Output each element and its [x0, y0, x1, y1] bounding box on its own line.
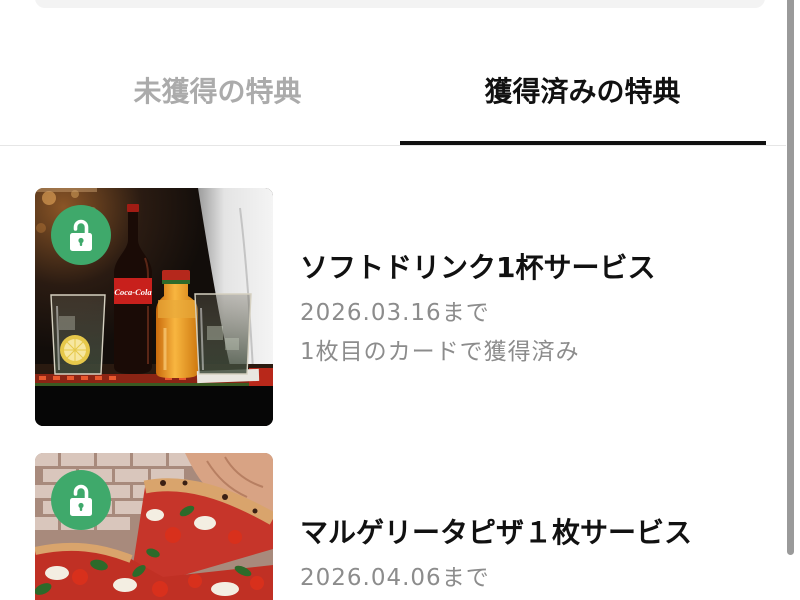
tab-divider: [0, 145, 786, 146]
reward-tabs: 未獲得の特典 獲得済みの特典: [35, 62, 765, 122]
reward-expiry: 2026.03.16まで: [300, 300, 490, 326]
scrollbar[interactable]: [787, 0, 794, 555]
reward-image: Coca-Cola: [35, 188, 273, 426]
top-panel: [35, 0, 765, 8]
bottle-logo: Coca-Cola: [114, 287, 152, 297]
reward-image: [35, 453, 273, 600]
unlocked-badge: [51, 470, 111, 530]
reward-note: 1枚目のカードで獲得済み: [300, 339, 580, 365]
rewards-screen: 未獲得の特典 獲得済みの特典 Coca-Cola ソフトドリンク1杯サービス 2…: [0, 0, 800, 600]
reward-expiry: 2026.04.06まで: [300, 565, 490, 591]
tab-earned-rewards[interactable]: 獲得済みの特典: [400, 62, 765, 122]
reward-title: マルゲリータピザ１枚サービス: [300, 516, 693, 549]
tab-unearned-rewards[interactable]: 未獲得の特典: [35, 62, 400, 122]
reward-item-pizza[interactable]: マルゲリータピザ１枚サービス 2026.04.06まで: [35, 453, 765, 600]
unlock-icon: [70, 219, 92, 251]
reward-item-soft-drink[interactable]: Coca-Cola ソフトドリンク1杯サービス 2026.03.16まで 1枚目…: [35, 188, 765, 426]
unlocked-badge: [51, 205, 111, 265]
unlock-icon: [70, 484, 92, 516]
reward-title: ソフトドリンク1杯サービス: [300, 251, 656, 284]
left-glass: [50, 294, 106, 375]
